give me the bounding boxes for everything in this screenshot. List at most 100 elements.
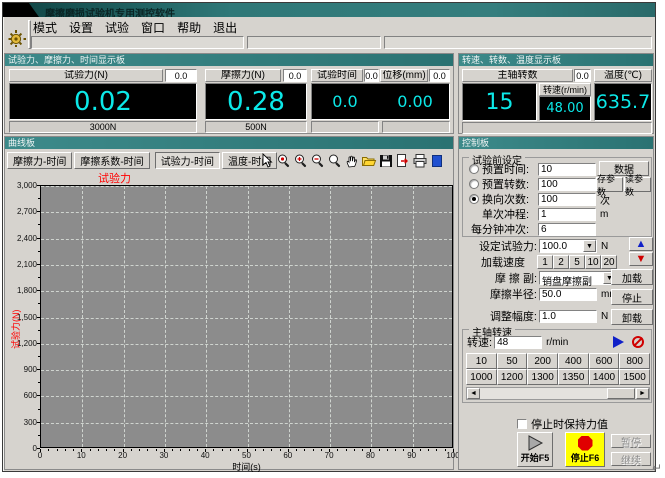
menu-item-5[interactable]: 退出 xyxy=(213,19,237,36)
chart-toolbar xyxy=(259,153,445,169)
spindle-preset-1300-button[interactable]: 1300 xyxy=(527,369,558,385)
x-tick-label: 70 xyxy=(317,451,341,460)
save-params-button[interactable]: 存参数 xyxy=(596,177,623,192)
preset-time-label: 预置时间: xyxy=(482,161,538,177)
strokes-per-min-label: 每分钟冲次: xyxy=(471,221,538,237)
pause-button[interactable]: 暂停 xyxy=(611,434,651,448)
strokes-per-min-input[interactable] xyxy=(538,223,596,236)
preset-time-input[interactable] xyxy=(538,163,596,176)
set-force-dropdown-icon[interactable]: ▼ xyxy=(583,240,596,252)
force-panel-header: 试验力、摩擦力、时间显示板 xyxy=(5,54,453,66)
force-up-button[interactable]: ▲ xyxy=(629,237,653,251)
preset-revs-radio[interactable] xyxy=(469,179,479,189)
spindle-scrollbar[interactable]: ◄ ► xyxy=(466,387,650,400)
menu-item-4[interactable]: 帮助 xyxy=(177,19,201,36)
spindle-preset-1000-button[interactable]: 1000 xyxy=(466,369,497,385)
load-button[interactable]: 加载 xyxy=(611,269,653,285)
menu-item-2[interactable]: 试验 xyxy=(105,19,129,36)
load-speed-1-button[interactable]: 1 xyxy=(537,255,553,269)
curve-tab-1[interactable]: 摩擦系数-时间 xyxy=(74,152,149,169)
spindle-preset-10-button[interactable]: 10 xyxy=(466,353,497,369)
h-gridline xyxy=(41,186,452,187)
friction-radius-label: 摩擦半径: xyxy=(473,286,537,302)
load-speed-buttons: 1251020 xyxy=(537,255,617,269)
reversal-count-radio[interactable] xyxy=(469,194,479,204)
friction-radius-input[interactable] xyxy=(539,288,597,301)
zoom-out-icon[interactable] xyxy=(310,153,326,169)
stop-rect-icon[interactable] xyxy=(429,153,445,169)
play-icon xyxy=(526,435,544,451)
v-gridline xyxy=(124,186,125,447)
print-icon[interactable] xyxy=(412,153,428,169)
status-box-1 xyxy=(247,36,381,49)
y-tick-label: 600 xyxy=(5,391,37,400)
x-tick-label: 10 xyxy=(69,451,93,460)
preset-time-radio[interactable] xyxy=(469,164,479,174)
scroll-right-icon[interactable]: ► xyxy=(636,388,649,399)
zoom-icon[interactable] xyxy=(327,153,343,169)
spindle-preset-800-button[interactable]: 800 xyxy=(619,353,650,369)
revolutions-label: 主轴转数 xyxy=(462,69,573,82)
spindle-preset-1400-button[interactable]: 1400 xyxy=(589,369,620,385)
stroke-row: 单次冲程: m xyxy=(482,207,608,221)
spindle-stop-icon[interactable] xyxy=(632,336,644,348)
x-tick-label: 30 xyxy=(152,451,176,460)
spindle-preset-1500-button[interactable]: 1500 xyxy=(619,369,650,385)
spindle-speed-input[interactable] xyxy=(494,336,542,349)
spindle-preset-1200-button[interactable]: 1200 xyxy=(497,369,528,385)
spindle-start-icon[interactable] xyxy=(613,336,624,348)
menu-item-3[interactable]: 窗口 xyxy=(141,19,165,36)
save-icon[interactable] xyxy=(378,153,394,169)
export-icon[interactable] xyxy=(395,153,411,169)
select-cursor-icon[interactable] xyxy=(259,153,275,169)
menu-item-0[interactable]: 模式 xyxy=(33,19,57,36)
force-down-button[interactable]: ▼ xyxy=(629,252,653,266)
spindle-preset-1350-button[interactable]: 1350 xyxy=(558,369,589,385)
preset-revs-input[interactable] xyxy=(538,178,596,191)
h-gridline xyxy=(41,291,452,292)
adjust-amplitude-row: 调整幅度: N xyxy=(473,309,608,323)
set-force-combo[interactable]: 100.0 ▼ xyxy=(539,239,597,253)
load-speed-2-button[interactable]: 2 xyxy=(553,255,569,269)
y-tick-label: 1,800 xyxy=(5,286,37,295)
unload-button[interactable]: 卸载 xyxy=(611,309,653,325)
curve-tab-0[interactable]: 摩擦力-时间 xyxy=(7,152,72,169)
plot-area[interactable] xyxy=(40,185,453,448)
stroke-input[interactable] xyxy=(538,208,596,221)
reversal-count-input[interactable] xyxy=(538,193,596,206)
status-box-0 xyxy=(31,36,244,49)
stop-button[interactable]: 停止F6 xyxy=(565,432,605,467)
load-speed-20-button[interactable]: 20 xyxy=(601,255,617,269)
pan-hand-icon[interactable] xyxy=(344,153,360,169)
load-speed-5-button[interactable]: 5 xyxy=(569,255,585,269)
y-tick-label: 2,700 xyxy=(5,207,37,216)
open-folder-icon[interactable] xyxy=(361,153,377,169)
spindle-preset-400-button[interactable]: 400 xyxy=(558,353,589,369)
displacement-peak: 0.0 xyxy=(429,69,450,82)
curve-tab-2[interactable]: 试验力-时间 xyxy=(155,152,220,169)
app-gear-icon xyxy=(7,27,27,47)
zoom-box-icon[interactable] xyxy=(276,153,292,169)
scroll-left-icon[interactable]: ◄ xyxy=(467,388,480,399)
menu-item-1[interactable]: 设置 xyxy=(69,19,93,36)
zoom-in-icon[interactable] xyxy=(293,153,309,169)
spindle-preset-50-button[interactable]: 50 xyxy=(497,353,528,369)
stop-load-button[interactable]: 停止 xyxy=(611,289,653,305)
start-button[interactable]: 开始F5 xyxy=(517,432,553,467)
title-bar: 摩擦磨损试验机专用测控软件 xyxy=(3,3,655,17)
friction-force-range: 500N xyxy=(205,121,307,133)
h-gridline xyxy=(41,370,452,371)
spindle-preset-200-button[interactable]: 200 xyxy=(527,353,558,369)
friction-pair-combo[interactable]: 销盘摩擦副 ▼ xyxy=(539,271,617,285)
load-speed-10-button[interactable]: 10 xyxy=(585,255,601,269)
scroll-thumb[interactable] xyxy=(607,388,635,399)
y-tick-label: 900 xyxy=(5,365,37,374)
read-params-button[interactable]: 读参数 xyxy=(624,177,651,192)
spindle-preset-600-button[interactable]: 600 xyxy=(589,353,620,369)
hold-force-checkbox[interactable] xyxy=(517,419,527,429)
resume-button[interactable]: 继续 xyxy=(611,452,651,466)
hold-force-label: 停止时保持力值 xyxy=(531,416,608,432)
revolutions-peak: 0.0 xyxy=(574,69,591,82)
adjust-amplitude-input[interactable] xyxy=(539,310,597,323)
chart-xlabel: 时间(s) xyxy=(40,460,453,473)
